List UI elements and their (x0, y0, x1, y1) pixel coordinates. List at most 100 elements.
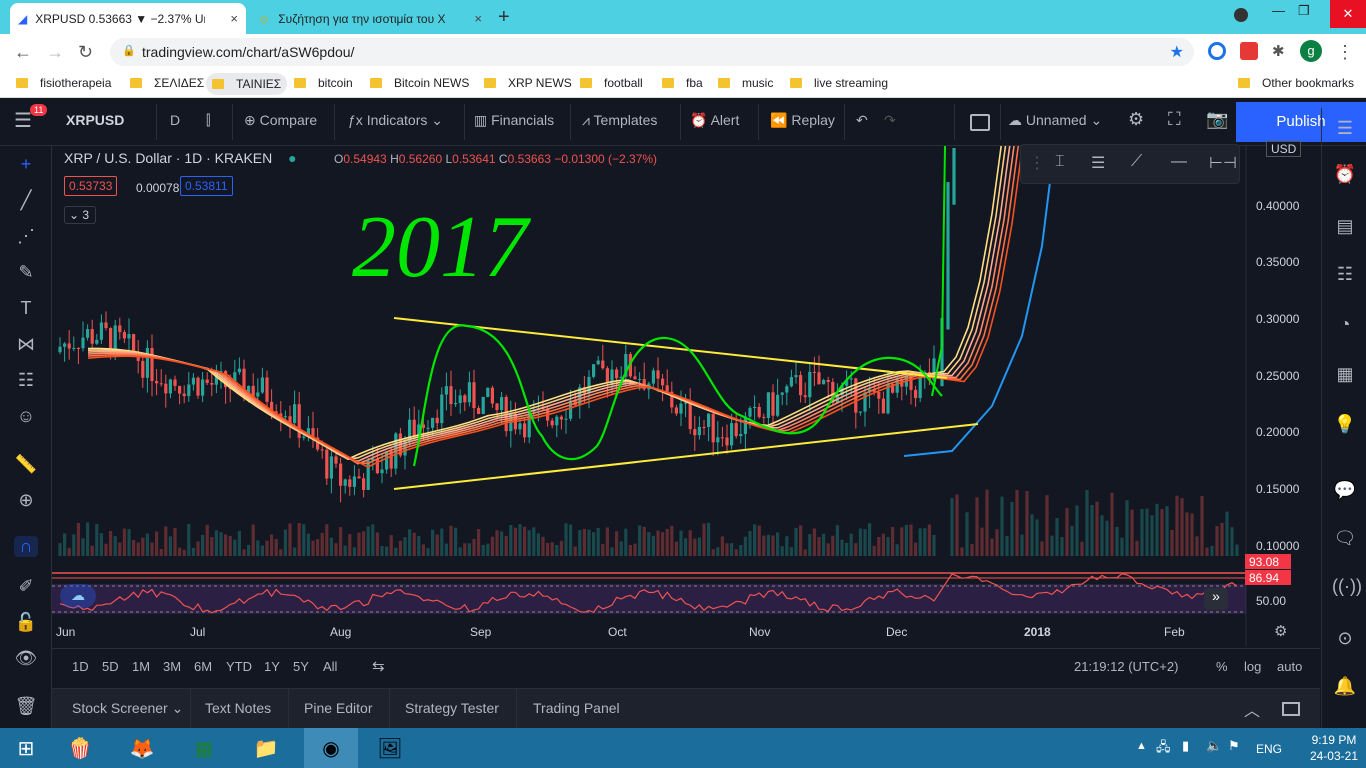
bookmark-folder[interactable]: fisiotherapeia (16, 76, 111, 90)
url-field[interactable]: 🔒 tradingview.com/chart/aSW6pdou/ ★ (110, 38, 1194, 66)
range-5y[interactable]: 5Y (293, 659, 309, 674)
text-tool-icon[interactable]: T (14, 298, 38, 319)
log-toggle[interactable]: log (1244, 659, 1261, 674)
bookmark-folder[interactable]: ΣΕΛΙΔΕΣ (130, 76, 204, 90)
range-6m[interactable]: 6M (194, 659, 212, 674)
lock-drawing-pencil-icon[interactable]: ✐ (14, 576, 38, 597)
bookmark-folder[interactable]: music (718, 76, 773, 90)
crosshair-icon[interactable]: + (14, 154, 38, 175)
network-icon[interactable]: 🖧 (1156, 738, 1171, 760)
sell-price[interactable]: 0.53733 (64, 176, 118, 196)
auto-toggle[interactable]: auto (1277, 659, 1302, 674)
currency-label[interactable]: USD (1266, 141, 1302, 157)
tab-pine-editor[interactable]: Pine Editor (304, 700, 372, 716)
photos-app-icon[interactable]: 🖼 (370, 732, 410, 764)
range-icon[interactable]: ⊢⊣ (1209, 153, 1237, 173)
alert-button[interactable]: ⏰ Alert (690, 112, 739, 129)
firefox-icon[interactable]: 🦊 (122, 732, 162, 764)
flag-icon[interactable]: ⚑ (1228, 738, 1240, 754)
scroll-to-realtime-icon[interactable]: » (1204, 588, 1228, 610)
trendline-icon[interactable]: ╱ (14, 190, 38, 211)
reload-icon[interactable]: ↻ (78, 42, 93, 63)
range-1m[interactable]: 1M (132, 659, 150, 674)
range-all[interactable]: All (323, 659, 337, 674)
financials-button[interactable]: ▥ Financials (474, 112, 554, 129)
watchlist-icon[interactable]: ☰ (1332, 118, 1358, 139)
messages-icon[interactable]: 🗨 (1332, 528, 1358, 549)
other-bookmarks[interactable]: Other bookmarks (1238, 76, 1354, 90)
input-language[interactable]: ENG (1256, 742, 1282, 756)
percent-toggle[interactable]: % (1216, 659, 1228, 674)
calculator-app-icon[interactable]: ▦ (184, 732, 224, 764)
close-tab-icon[interactable]: × (230, 11, 238, 26)
range-1d[interactable]: 1D (72, 659, 89, 674)
tab-trading-panel[interactable]: Trading Panel (533, 700, 620, 716)
date-range-icon[interactable]: ⇆ (372, 657, 385, 675)
new-tab-button[interactable]: + (498, 6, 510, 29)
forward-icon[interactable]: → (46, 42, 64, 63)
bookmark-star-icon[interactable]: ★ (1170, 42, 1184, 62)
battery-icon[interactable]: ▮ (1182, 738, 1189, 754)
trend-line-tool-icon[interactable]: ⟋ (1131, 153, 1142, 171)
tab-strategy-tester[interactable]: Strategy Tester (405, 700, 499, 716)
browser-tab-tradingview[interactable]: ◢ XRPUSD 0.53663 ▼ −2.37% Unn × (10, 3, 246, 34)
replay-button[interactable]: ⏪ Replay (770, 112, 835, 129)
fullscreen-layout-icon[interactable] (970, 114, 990, 131)
range-ytd[interactable]: YTD (226, 659, 252, 674)
bookmark-folder[interactable]: fba (662, 76, 703, 90)
fullscreen-icon[interactable]: ⛶ (1168, 109, 1181, 130)
chat-icon[interactable]: 💬 (1332, 480, 1358, 501)
trash-icon[interactable]: 🗑 (14, 696, 38, 717)
data-window-icon[interactable]: ▤ (1332, 216, 1358, 237)
play-icon[interactable]: ⊙ (1332, 628, 1358, 649)
compare-button[interactable]: ⊕ Compare (244, 112, 317, 129)
indicators-toggle[interactable]: ⌄ 3 (64, 206, 96, 224)
close-tab-icon[interactable]: × (474, 11, 482, 26)
browser-tab-discussion[interactable]: ☺ Συζήτηση για την ισοτιμία του X × (250, 3, 490, 34)
bookmark-folder[interactable]: Bitcoin NEWS (370, 76, 469, 90)
ideas-grid-icon[interactable]: ▦ (1332, 364, 1358, 385)
bookmark-folder[interactable]: live streaming (790, 76, 888, 90)
tab-text-notes[interactable]: Text Notes (205, 700, 271, 716)
drag-handle-icon[interactable]: ⋮ (1029, 153, 1045, 173)
chrome-icon[interactable]: ◉ (304, 728, 358, 768)
lines-icon[interactable]: ☰ (1091, 153, 1105, 173)
ideas-bulb-icon[interactable]: 💡 (1332, 414, 1358, 435)
calendar-icon[interactable]: ◔ (1332, 314, 1358, 335)
brush-icon[interactable]: ✎ (14, 262, 38, 283)
templates-button[interactable]: ⩘ Templates (582, 112, 657, 129)
volume-icon[interactable]: 🔈 (1206, 738, 1222, 754)
bookmark-folder[interactable]: bitcoin (294, 76, 353, 90)
symbol-title[interactable]: XRP / U.S. Dollar · 1D · KRAKEN (64, 150, 272, 166)
redo-icon[interactable]: ↷ (884, 112, 896, 129)
bookmark-folder[interactable]: ΤΑΙΝΙΕΣ (206, 73, 288, 95)
collapse-panel-icon[interactable]: ︿ (1244, 697, 1260, 721)
popcorn-app-icon[interactable]: 🍿 (60, 732, 100, 764)
prediction-icon[interactable]: ☷ (14, 370, 38, 391)
pattern-icon[interactable]: ⋈ (14, 334, 38, 355)
axis-settings-gear-icon[interactable]: ⚙ (1274, 622, 1287, 640)
windows-start-icon[interactable]: ⊞ (6, 732, 46, 764)
avatar[interactable]: g (1300, 40, 1322, 62)
taskbar-clock[interactable]: 9:19 PM 24-03-21 (1310, 732, 1358, 764)
range-3m[interactable]: 3M (163, 659, 181, 674)
file-explorer-icon[interactable]: 📁 (246, 732, 286, 764)
notifications-bell-icon[interactable]: 🔔 (1332, 676, 1358, 697)
candle-style-icon[interactable]: ⫿ (206, 112, 210, 129)
profile-menu-icon[interactable] (1234, 8, 1248, 22)
alerts-clock-icon[interactable]: ⏰ (1332, 164, 1358, 185)
range-5d[interactable]: 5D (102, 659, 119, 674)
ruler-icon[interactable]: 📏 (14, 454, 38, 475)
maximize-panel-icon[interactable] (1282, 702, 1300, 716)
lock-icon[interactable]: 🔓 (14, 612, 38, 633)
bookmark-folder[interactable]: football (580, 76, 643, 90)
more-menu-icon[interactable]: ⋮ (1336, 42, 1354, 63)
layout-name-button[interactable]: ☁ Unnamed ⌄ (1008, 112, 1102, 129)
bookmark-folder[interactable]: XRP NEWS (484, 76, 572, 90)
pitchfork-icon[interactable]: ⋰ (14, 226, 38, 247)
hotlist-icon[interactable]: ☷ (1332, 264, 1358, 285)
range-1y[interactable]: 1Y (264, 659, 280, 674)
eye-icon[interactable]: 👁 (14, 648, 38, 669)
vertical-line-icon[interactable]: ⌶ (1055, 153, 1065, 171)
magnet-icon[interactable]: ∩ (14, 536, 38, 557)
